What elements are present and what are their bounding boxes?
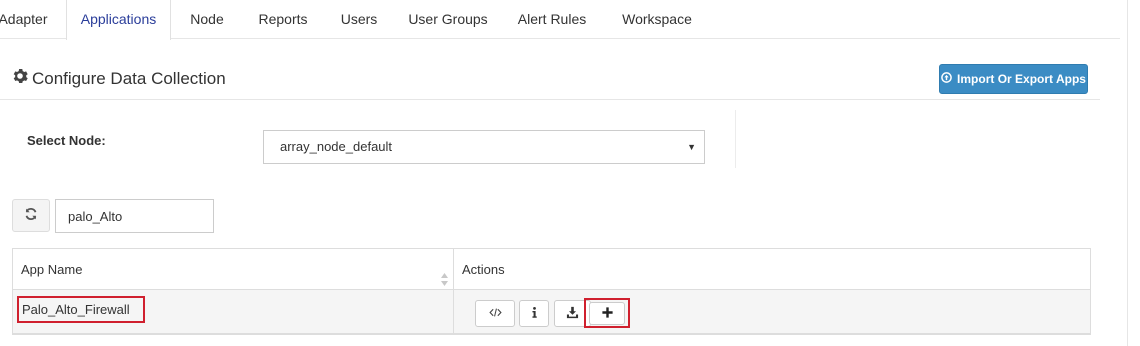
download-icon bbox=[566, 306, 579, 322]
circle-arrow-up-icon bbox=[941, 72, 952, 86]
app-name: Palo_Alto_Firewall bbox=[17, 296, 145, 323]
add-button[interactable] bbox=[589, 302, 625, 325]
app-search-input[interactable] bbox=[55, 199, 214, 233]
gear-icon bbox=[12, 68, 28, 89]
panel-right-border bbox=[1127, 0, 1128, 346]
tab-reports[interactable]: Reports bbox=[250, 0, 316, 39]
divider bbox=[735, 110, 736, 168]
page-title: Configure Data Collection bbox=[12, 68, 226, 89]
column-header-actions: Actions bbox=[454, 249, 1090, 290]
node-select-value: array_node_default bbox=[280, 139, 393, 154]
top-nav-tabs: Adapter Applications Node Reports Users … bbox=[0, 0, 1120, 40]
node-select[interactable]: array_node_default ▼ bbox=[263, 130, 705, 164]
tab-workspace[interactable]: Workspace bbox=[614, 0, 700, 39]
column-header-app-name[interactable]: App Name bbox=[13, 249, 454, 290]
add-highlight-box bbox=[584, 298, 630, 328]
app-name-cell: Palo_Alto_Firewall bbox=[13, 290, 454, 334]
import-export-apps-label: Import Or Export Apps bbox=[957, 72, 1086, 86]
page-header: Configure Data Collection Import Or Expo… bbox=[0, 40, 1100, 100]
info-button[interactable] bbox=[519, 300, 549, 327]
plus-icon bbox=[601, 306, 614, 322]
import-export-apps-button[interactable]: Import Or Export Apps bbox=[939, 64, 1088, 94]
code-icon bbox=[488, 306, 502, 322]
refresh-button[interactable] bbox=[12, 199, 50, 232]
tab-adapter[interactable]: Adapter bbox=[0, 0, 50, 39]
sort-icon bbox=[440, 262, 449, 286]
tab-user-groups[interactable]: User Groups bbox=[403, 0, 493, 39]
tab-applications[interactable]: Applications bbox=[66, 0, 171, 40]
page-title-text: Configure Data Collection bbox=[32, 68, 226, 88]
view-code-button[interactable] bbox=[475, 300, 515, 327]
tab-users[interactable]: Users bbox=[334, 0, 384, 39]
column-header-app-name-label: App Name bbox=[21, 262, 83, 277]
select-node-label: Select Node: bbox=[27, 133, 106, 148]
info-icon bbox=[528, 306, 541, 322]
caret-down-icon: ▼ bbox=[687, 142, 696, 152]
apps-table: App Name Actions Palo_Alto_Firewall bbox=[12, 248, 1091, 335]
tab-alert-rules[interactable]: Alert Rules bbox=[512, 0, 592, 39]
table-row: Palo_Alto_Firewall bbox=[13, 290, 1090, 334]
refresh-icon bbox=[24, 207, 38, 224]
tab-node[interactable]: Node bbox=[183, 0, 231, 39]
